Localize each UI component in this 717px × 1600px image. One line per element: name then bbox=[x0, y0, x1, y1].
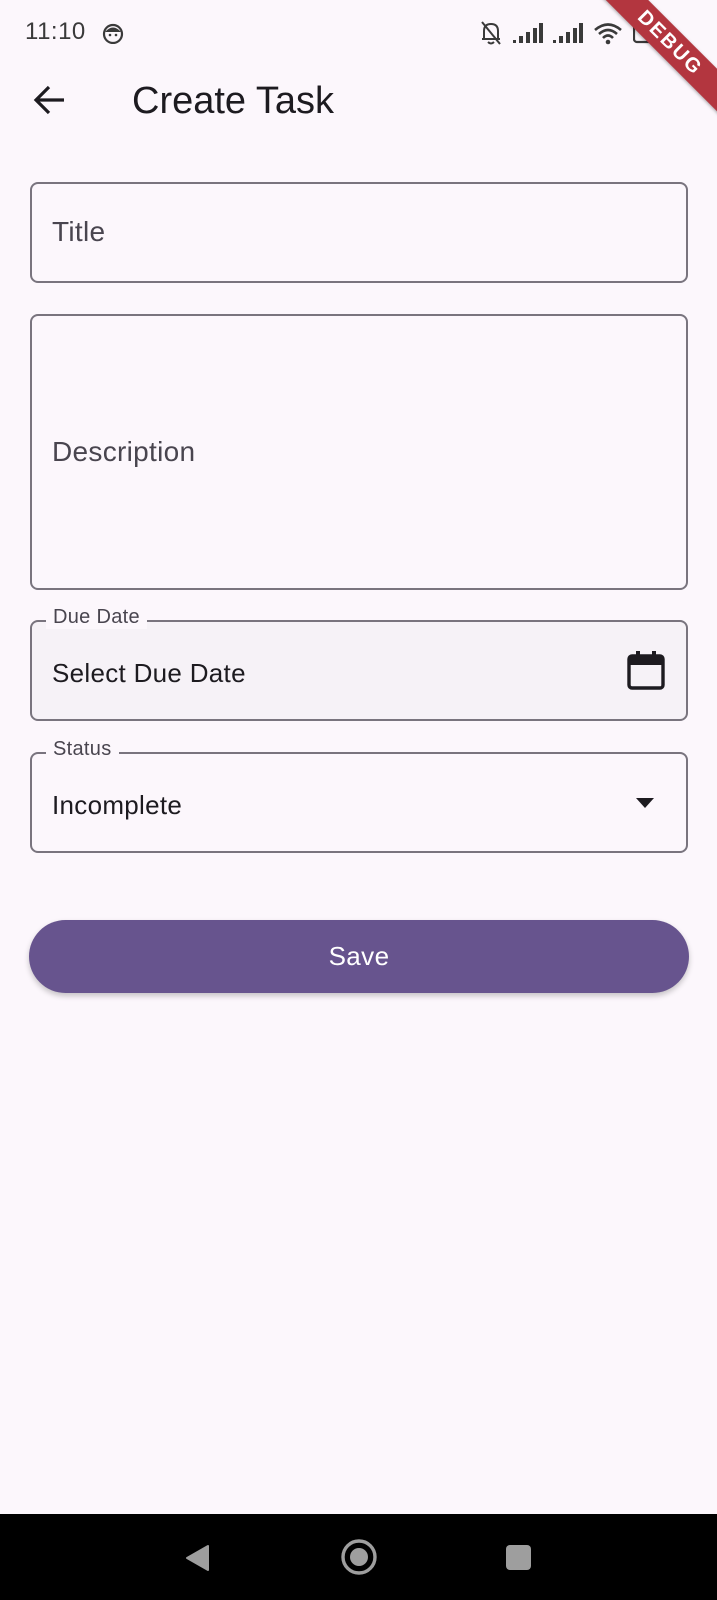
status-label: Status bbox=[46, 738, 119, 761]
nav-back-icon[interactable] bbox=[184, 1544, 210, 1577]
page-title: Create Task bbox=[132, 80, 335, 122]
due-date-label: Due Date bbox=[46, 606, 147, 629]
title-field[interactable]: Title bbox=[30, 182, 688, 283]
status-dropdown[interactable]: Status Incomplete bbox=[30, 738, 688, 853]
save-button[interactable]: Save bbox=[29, 920, 689, 993]
due-date-field[interactable]: Due Date Select Due Date bbox=[30, 606, 688, 721]
app-bar: Create Task bbox=[0, 66, 717, 136]
title-placeholder: Title bbox=[52, 216, 106, 247]
screen: 11:10 DEBUG Create Task Title Descriptio… bbox=[0, 0, 717, 1600]
due-date-value: Select Due Date bbox=[52, 658, 246, 688]
arrow-left-icon bbox=[33, 85, 67, 120]
back-button[interactable] bbox=[22, 74, 78, 130]
signal-icon bbox=[553, 22, 583, 44]
status-value: Incomplete bbox=[52, 790, 183, 820]
navigation-bar bbox=[0, 1514, 717, 1600]
signal-icon bbox=[513, 22, 543, 44]
nav-home-icon[interactable] bbox=[340, 1538, 378, 1581]
calendar-icon bbox=[627, 650, 665, 695]
description-placeholder: Description bbox=[52, 436, 196, 467]
wifi-icon bbox=[593, 21, 623, 45]
dropdown-arrow-icon[interactable] bbox=[636, 798, 654, 808]
calendar-button[interactable] bbox=[624, 650, 668, 694]
description-field[interactable]: Description bbox=[30, 314, 688, 590]
nav-recents-icon[interactable] bbox=[506, 1545, 531, 1570]
status-bar: 11:10 bbox=[0, 0, 717, 66]
face-icon bbox=[102, 22, 124, 45]
status-time: 11:10 bbox=[25, 18, 86, 45]
bell-off-icon bbox=[479, 20, 503, 46]
